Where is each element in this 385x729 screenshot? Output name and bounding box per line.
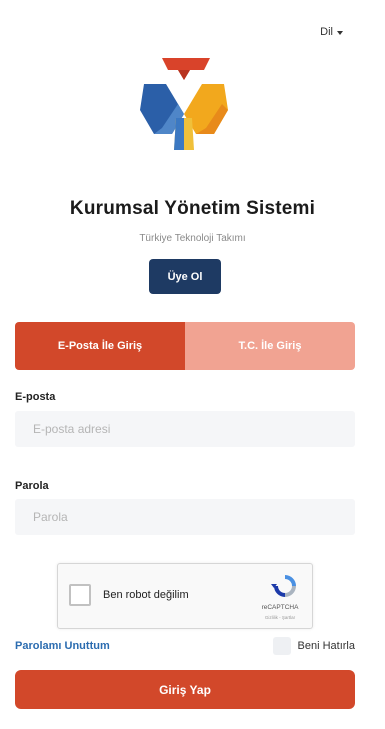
email-field[interactable]: E-posta adresi xyxy=(15,411,355,447)
recaptcha-widget: Ben robot değilim reCAPTCHA Gizlilik - Ş… xyxy=(57,563,313,629)
logo xyxy=(140,58,228,150)
chevron-down-icon xyxy=(337,30,343,35)
language-label: Dil xyxy=(320,26,333,38)
password-field[interactable]: Parola xyxy=(15,499,355,535)
remember-label: Beni Hatırla xyxy=(297,640,355,652)
tab-tc-login[interactable]: T.C. İle Giriş xyxy=(185,322,355,370)
remember-me: Beni Hatırla xyxy=(272,637,355,655)
page-subtitle: Türkiye Teknoloji Takımı xyxy=(139,233,246,244)
password-label: Parola xyxy=(15,480,49,492)
register-button[interactable]: Üye Ol xyxy=(149,259,221,294)
recaptcha-brand: reCAPTCHA xyxy=(261,604,299,611)
language-dropdown[interactable]: Dil xyxy=(320,26,343,38)
remember-checkbox[interactable] xyxy=(272,637,291,655)
page-title: Kurumsal Yönetim Sistemi xyxy=(69,198,316,219)
recaptcha-terms[interactable]: Gizlilik - Şartlar xyxy=(254,615,306,620)
login-button[interactable]: Giriş Yap xyxy=(15,670,355,709)
recaptcha-icon xyxy=(271,575,296,597)
captcha-text: Ben robot değilim xyxy=(103,589,189,601)
email-label: E-posta xyxy=(15,391,56,403)
tab-email-login[interactable]: E-Posta İle Giriş xyxy=(15,322,185,370)
forgot-password-link[interactable]: Parolamı Unuttum xyxy=(15,640,110,652)
captcha-checkbox[interactable] xyxy=(69,584,91,606)
login-method-tabs: E-Posta İle Giriş T.C. İle Giriş xyxy=(15,322,355,370)
